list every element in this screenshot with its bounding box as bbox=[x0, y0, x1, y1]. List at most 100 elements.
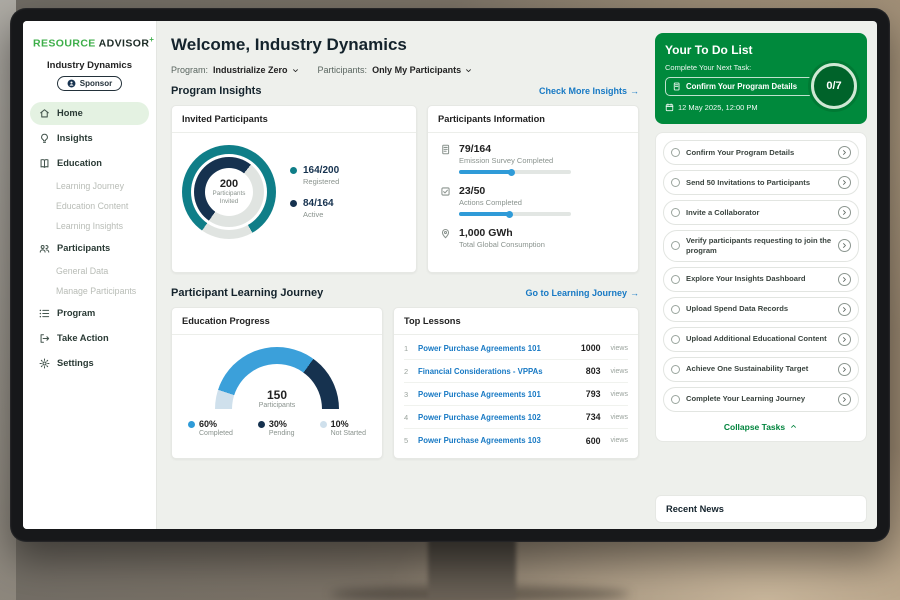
collapse-tasks-link[interactable]: Collapse Tasks bbox=[663, 417, 859, 439]
chevron-right-icon[interactable] bbox=[838, 273, 851, 286]
sidebar-item-learning-journey[interactable]: Learning Journey bbox=[23, 176, 156, 196]
lesson-row[interactable]: 1 Power Purchase Agreements 101 1000 vie… bbox=[404, 337, 628, 360]
org-name: Industry Dynamics bbox=[23, 60, 156, 71]
lesson-rank: 3 bbox=[404, 390, 410, 399]
learning-journey-header: Participant Learning Journey Go to Learn… bbox=[171, 287, 639, 299]
sponsor-badge[interactable]: Sponsor bbox=[57, 76, 122, 91]
task-row-achieve-target[interactable]: Achieve One Sustainability Target bbox=[663, 357, 859, 382]
lesson-views: 600 bbox=[586, 436, 601, 446]
sidebar-item-home[interactable]: Home bbox=[30, 102, 149, 125]
sidebar-item-label: Take Action bbox=[57, 333, 109, 343]
sidebar: RESOURCE ADVISOR+ Industry Dynamics Spon… bbox=[23, 21, 157, 529]
sidebar-item-program[interactable]: Program bbox=[30, 302, 149, 325]
donut-center-label: Participants Invited bbox=[209, 190, 249, 205]
lesson-title-link[interactable]: Power Purchase Agreements 101 bbox=[418, 390, 578, 399]
task-row-verify-participants[interactable]: Verify participants requesting to join t… bbox=[663, 230, 859, 262]
chevron-right-icon[interactable] bbox=[838, 363, 851, 376]
sidebar-item-education[interactable]: Education bbox=[30, 152, 149, 175]
lesson-title-link[interactable]: Power Purchase Agreements 101 bbox=[418, 344, 573, 353]
brand-logo: RESOURCE ADVISOR+ bbox=[23, 31, 156, 52]
task-checkbox[interactable] bbox=[671, 275, 680, 284]
chevron-right-icon[interactable] bbox=[838, 206, 851, 219]
legend-pct: 10% bbox=[331, 419, 366, 429]
sidebar-item-insights[interactable]: Insights bbox=[30, 127, 149, 150]
sidebar-item-education-content[interactable]: Education Content bbox=[23, 196, 156, 216]
sidebar-item-take-action[interactable]: Take Action bbox=[30, 327, 149, 350]
progress-bar bbox=[459, 170, 571, 174]
action-arrow-icon bbox=[39, 333, 50, 344]
card-title: Participants Information bbox=[428, 106, 638, 133]
legend-label: Not Started bbox=[331, 430, 366, 437]
legend-label: Completed bbox=[199, 430, 233, 437]
task-checkbox[interactable] bbox=[671, 208, 680, 217]
top-lessons-card: Top Lessons 1 Power Purchase Agreements … bbox=[393, 307, 639, 459]
lesson-rank: 1 bbox=[404, 344, 410, 353]
lesson-title-link[interactable]: Financial Considerations - VPPAs bbox=[418, 367, 578, 376]
legend-label: Registered bbox=[303, 177, 339, 186]
go-to-learning-journey-link[interactable]: Go to Learning Journey → bbox=[525, 288, 639, 298]
lesson-views: 734 bbox=[586, 412, 601, 422]
todo-title: Your To Do List bbox=[665, 43, 857, 57]
stat-emission-survey: 79/164 Emission Survey Completed bbox=[440, 143, 626, 174]
sidebar-item-participants[interactable]: Participants bbox=[30, 237, 149, 260]
check-more-insights-link[interactable]: Check More Insights → bbox=[539, 86, 639, 96]
main-content: Welcome, Industry Dynamics Program: Indu… bbox=[157, 21, 649, 529]
task-checkbox[interactable] bbox=[671, 241, 680, 250]
education-progress-card: Education Progress 150 Participants bbox=[171, 307, 383, 459]
sidebar-item-learning-insights[interactable]: Learning Insights bbox=[23, 216, 156, 236]
program-filter: Program: Industrialize Zero bbox=[171, 65, 300, 75]
task-checkbox[interactable] bbox=[671, 178, 680, 187]
task-checkbox[interactable] bbox=[671, 365, 680, 374]
sidebar-item-label: Home bbox=[57, 108, 83, 118]
chevron-right-icon[interactable] bbox=[838, 176, 851, 189]
legend-dot-active bbox=[290, 200, 297, 207]
lesson-row[interactable]: 3 Power Purchase Agreements 101 793 view… bbox=[404, 383, 628, 406]
participants-filter-dropdown[interactable]: Only My Participants bbox=[372, 65, 473, 75]
lesson-views-label: views bbox=[610, 345, 628, 352]
chevron-right-icon[interactable] bbox=[838, 303, 851, 316]
chevron-down-icon bbox=[464, 66, 473, 75]
collapse-label: Collapse Tasks bbox=[724, 422, 785, 432]
section-title: Participant Learning Journey bbox=[171, 287, 323, 299]
legend-pct: 30% bbox=[269, 419, 295, 429]
todo-progress-ring: 0/7 bbox=[811, 63, 857, 109]
program-filter-dropdown[interactable]: Industrialize Zero bbox=[213, 65, 300, 75]
sidebar-item-label: Education bbox=[57, 158, 102, 168]
gauge-center-value: 150 bbox=[215, 388, 339, 402]
gauge-center-label: Participants bbox=[215, 402, 339, 409]
task-checkbox[interactable] bbox=[671, 148, 680, 157]
lesson-row[interactable]: 5 Power Purchase Agreements 103 600 view… bbox=[404, 429, 628, 452]
task-row-explore-insights[interactable]: Explore Your Insights Dashboard bbox=[663, 267, 859, 292]
lesson-rank: 2 bbox=[404, 367, 410, 376]
task-checkbox[interactable] bbox=[671, 335, 680, 344]
invited-card-body: 200 Participants Invited 164/200 Registe… bbox=[172, 133, 416, 251]
lesson-views-label: views bbox=[610, 368, 628, 375]
progress-fill bbox=[459, 212, 511, 216]
task-row-upload-spend-data[interactable]: Upload Spend Data Records bbox=[663, 297, 859, 322]
legend-dot-registered bbox=[290, 167, 297, 174]
stat-label: Emission Survey Completed bbox=[459, 156, 571, 165]
task-row-complete-learning-journey[interactable]: Complete Your Learning Journey bbox=[663, 387, 859, 412]
sidebar-item-manage-participants[interactable]: Manage Participants bbox=[23, 281, 156, 301]
task-row-send-invitations[interactable]: Send 50 Invitations to Participants bbox=[663, 170, 859, 195]
task-checkbox[interactable] bbox=[671, 395, 680, 404]
task-row-invite-collaborator[interactable]: Invite a Collaborator bbox=[663, 200, 859, 225]
lesson-row[interactable]: 2 Financial Considerations - VPPAs 803 v… bbox=[404, 360, 628, 383]
chevron-right-icon[interactable] bbox=[838, 239, 851, 252]
task-checkbox[interactable] bbox=[671, 305, 680, 314]
sidebar-item-settings[interactable]: Settings bbox=[30, 352, 149, 375]
lesson-title-link[interactable]: Power Purchase Agreements 103 bbox=[418, 436, 578, 445]
chevron-right-icon[interactable] bbox=[838, 146, 851, 159]
sidebar-item-general-data[interactable]: General Data bbox=[23, 261, 156, 281]
next-task-button[interactable]: Confirm Your Program Details bbox=[665, 77, 817, 96]
task-row-upload-educational-content[interactable]: Upload Additional Educational Content bbox=[663, 327, 859, 352]
chevron-right-icon[interactable] bbox=[838, 393, 851, 406]
legend-item: 84/164 Active bbox=[290, 198, 339, 219]
card-title: Invited Participants bbox=[172, 106, 416, 133]
chevron-right-icon[interactable] bbox=[838, 333, 851, 346]
lesson-row[interactable]: 4 Power Purchase Agreements 102 734 view… bbox=[404, 406, 628, 429]
lesson-title-link[interactable]: Power Purchase Agreements 102 bbox=[418, 413, 578, 422]
task-row-confirm-program[interactable]: Confirm Your Program Details bbox=[663, 140, 859, 165]
arrow-right-icon: → bbox=[630, 288, 639, 298]
chevron-up-icon bbox=[789, 422, 798, 431]
